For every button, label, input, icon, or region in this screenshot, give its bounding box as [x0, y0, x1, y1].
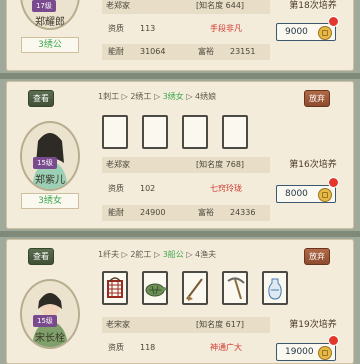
talent: 神通广大: [210, 343, 242, 352]
fame: [知名度 768]: [196, 160, 245, 169]
discard-button[interactable]: 放弃: [304, 248, 330, 265]
aptitude-value: 113: [140, 24, 156, 33]
basket-icon: [107, 277, 123, 298]
path-arrow: ▷: [151, 250, 163, 259]
train-count: 第16次培养: [289, 160, 337, 170]
coin-icon: [318, 346, 332, 360]
path-step-3: 3绣女: [162, 92, 184, 101]
cost-value: 19000: [285, 347, 314, 357]
turtle-icon: [145, 283, 166, 297]
character-name: 宋长栓: [35, 333, 65, 344]
character-card-3: 查看 1纤夫 ▷ 2舵工 ▷ 3船公 ▷ 4渔夫 放弃 15级 宋长栓 老宋家 …: [6, 239, 354, 364]
family-name: 老宋家: [106, 320, 130, 329]
path-step-4: 4渔夫: [195, 250, 217, 259]
family-name: 老郑家: [106, 1, 130, 10]
character-card-2: 查看 1刺工 ▷ 2绣工 ▷ 3绣女 ▷ 4绣娘 放弃 15级 郑紫儿 3绣女 …: [6, 81, 354, 229]
career-path: 1纤夫 ▷ 2舵工 ▷ 3船公 ▷ 4渔夫: [98, 248, 216, 262]
separator: [0, 73, 360, 79]
view-button[interactable]: 查看: [28, 248, 54, 265]
character-role: 3绣公: [21, 37, 79, 53]
wealth-value: 23151: [230, 47, 256, 56]
cost-value: 8000: [285, 189, 308, 199]
path-arrow: ▷: [119, 250, 131, 259]
train-cost-button[interactable]: 9000: [276, 23, 336, 41]
aptitude-label: 资质: [108, 184, 124, 193]
ability-value: 24900: [140, 208, 166, 217]
ability-label: 能耐: [108, 208, 124, 217]
aptitude-label: 资质: [108, 24, 124, 33]
view-button[interactable]: 查看: [28, 90, 54, 107]
path-arrow: ▷: [183, 92, 196, 101]
aptitude-value: 102: [140, 184, 156, 193]
career-path: 1刺工 ▷ 2绣工 ▷ 3绣女 ▷ 4绣娘: [98, 90, 216, 104]
path-step-1: 1纤夫: [98, 250, 120, 259]
level-badge: 15级: [33, 315, 57, 327]
family-name: 老郑家: [106, 160, 130, 169]
pickaxe-icon: [227, 277, 245, 300]
wealth-value: 24336: [230, 208, 256, 217]
item-slot-2[interactable]: [142, 115, 168, 149]
level-badge: 15级: [33, 157, 57, 169]
item-slot-5[interactable]: [262, 271, 288, 305]
item-slot-1[interactable]: [102, 271, 128, 305]
oar-icon: [186, 278, 203, 301]
coin-icon: [318, 26, 332, 40]
cost-value: 9000: [285, 27, 308, 37]
character-card-1: 17级 郑耀郎 3绣公 老郑家 [知名度 644] 资质 113 手段非凡 能耐…: [6, 0, 354, 71]
notification-dot: [328, 16, 339, 27]
notification-dot: [328, 335, 339, 346]
wealth-label: 富裕: [198, 47, 214, 56]
item-slot-3[interactable]: [182, 115, 208, 149]
separator: [0, 231, 360, 237]
train-count: 第18次培养: [289, 1, 337, 11]
path-step-3: 3船公: [162, 250, 184, 259]
item-slot-3[interactable]: [182, 271, 208, 305]
level-badge: 17级: [32, 0, 56, 12]
path-arrow: ▷: [119, 92, 131, 101]
path-arrow: ▷: [183, 250, 196, 259]
talent: 七窍玲珑: [210, 184, 242, 193]
item-slot-1[interactable]: [102, 115, 128, 149]
train-cost-button[interactable]: 19000: [276, 343, 336, 361]
character-role: 3绣女: [21, 193, 79, 209]
path-step-1: 1刺工: [98, 92, 120, 101]
coin-icon: [318, 188, 332, 202]
fame: [知名度 617]: [196, 320, 245, 329]
train-count: 第19次培养: [289, 320, 337, 330]
aptitude-label: 资质: [108, 343, 124, 352]
discard-button[interactable]: 放弃: [304, 90, 330, 107]
vase-icon: [268, 278, 282, 300]
item-slot-4[interactable]: [222, 271, 248, 305]
path-arrow: ▷: [151, 92, 163, 101]
path-step-2: 2舵工: [130, 250, 152, 259]
fame: [知名度 644]: [196, 1, 245, 10]
character-name: 郑耀郎: [35, 17, 65, 28]
aptitude-value: 118: [140, 343, 156, 352]
item-slot-2[interactable]: [142, 271, 168, 305]
path-step-2: 2绣工: [130, 92, 152, 101]
ability-label: 能耐: [108, 47, 124, 56]
ability-value: 31064: [140, 47, 166, 56]
train-cost-button[interactable]: 8000: [276, 185, 336, 203]
item-slot-4[interactable]: [222, 115, 248, 149]
character-name: 郑紫儿: [35, 175, 65, 186]
notification-dot: [328, 177, 339, 188]
talent: 手段非凡: [210, 24, 242, 33]
path-step-4: 4绣娘: [195, 92, 217, 101]
wealth-label: 富裕: [198, 208, 214, 217]
